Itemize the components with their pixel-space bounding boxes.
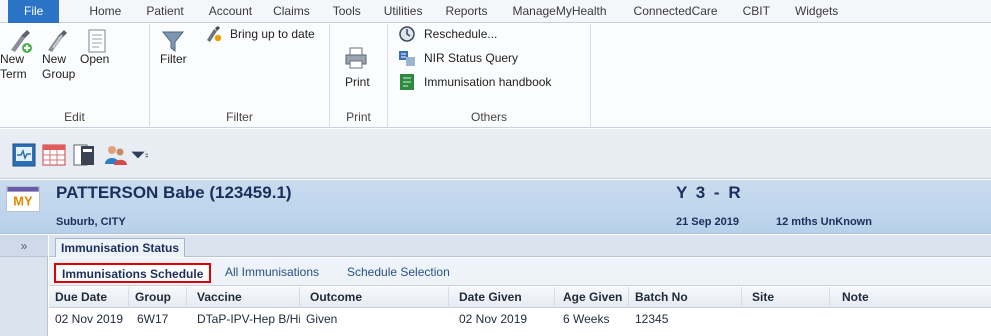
reschedule-button[interactable]: Reschedule... bbox=[398, 24, 497, 44]
tab-widgets[interactable]: Widgets bbox=[786, 0, 847, 23]
cell-outcome: Given bbox=[306, 312, 338, 326]
print-group-label: Print bbox=[346, 110, 371, 124]
col-note[interactable]: Note bbox=[830, 287, 991, 308]
ribbon-group-edit: New Term New Group Open Edit bbox=[0, 24, 150, 128]
col-age-given[interactable]: Age Given bbox=[555, 287, 629, 308]
others-group-label: Others bbox=[470, 110, 507, 124]
immunisation-handbook-label: Immunisation handbook bbox=[424, 75, 552, 89]
cell-age-given: 6 Weeks bbox=[563, 312, 610, 326]
open-document-icon bbox=[88, 29, 106, 53]
open-button[interactable]: Open bbox=[80, 29, 110, 67]
grid-icon[interactable] bbox=[42, 143, 66, 167]
filter-button[interactable]: Filter bbox=[160, 31, 187, 67]
patient-address: Suburb, CITY bbox=[56, 216, 126, 228]
people-icon[interactable] bbox=[104, 143, 128, 167]
tab-all-immunisations[interactable]: All Immunisations bbox=[219, 263, 325, 283]
tab-immunisation-status[interactable]: Immunisation Status bbox=[55, 238, 186, 257]
ribbon-group-print: Print Print bbox=[330, 24, 388, 128]
nir-status-query-label: NIR Status Query bbox=[424, 51, 519, 65]
cell-site bbox=[742, 309, 830, 330]
reschedule-label: Reschedule... bbox=[424, 27, 498, 41]
tab-account[interactable]: Account bbox=[200, 0, 264, 23]
ribbon-group-others: Reschedule... NIR Status Query Immunisat… bbox=[388, 24, 591, 128]
ribbon: New Term New Group Open Edit Filter Brin… bbox=[0, 24, 991, 128]
new-group-line1: New bbox=[42, 52, 67, 66]
immunisation-table: Due Date Group Vaccine Outcome Date Give… bbox=[49, 287, 991, 336]
new-term-line1: New bbox=[0, 52, 25, 66]
filter-label: Filter bbox=[160, 52, 187, 66]
ribbon-tab-bar: File Home Patient Account Claims Tools U… bbox=[0, 0, 991, 23]
col-vaccine[interactable]: Vaccine bbox=[187, 287, 300, 308]
tab-patient[interactable]: Patient bbox=[137, 0, 199, 23]
tab-file[interactable]: File bbox=[8, 0, 60, 23]
ribbon-group-filter: Filter Bring up to date Filter bbox=[150, 24, 330, 128]
edit-group-label: Edit bbox=[64, 110, 85, 124]
cell-note bbox=[830, 309, 991, 330]
col-group[interactable]: Group bbox=[129, 287, 187, 308]
col-batch-no[interactable]: Batch No bbox=[629, 287, 742, 308]
immunisation-handbook-button[interactable]: Immunisation handbook bbox=[398, 72, 551, 92]
bring-up-to-date-label: Bring up to date bbox=[230, 27, 315, 41]
filter-group-label: Filter bbox=[226, 110, 253, 124]
subtab-bar: Immunisations Schedule All Immunisations… bbox=[49, 258, 991, 286]
tab-tools[interactable]: Tools bbox=[324, 0, 375, 23]
cell-group: 6W17 bbox=[137, 312, 169, 326]
tab-claims[interactable]: Claims bbox=[264, 0, 324, 23]
status-tab-bar: Immunisation Status bbox=[49, 235, 991, 257]
table-header: Due Date Group Vaccine Outcome Date Give… bbox=[49, 287, 991, 308]
patient-header: MY PATTERSON Babe (123459.1) Suburb, CIT… bbox=[0, 180, 991, 234]
quick-toolbar bbox=[0, 129, 991, 179]
table-row[interactable]: 02 Nov 2019 6W17 DTaP-IPV-Hep B/Hi... Gi… bbox=[49, 309, 991, 330]
left-panel-strip: » bbox=[0, 235, 48, 336]
print-button[interactable]: Print bbox=[345, 47, 370, 90]
col-date-given[interactable]: Date Given bbox=[449, 287, 555, 308]
tab-cbit[interactable]: CBIT bbox=[734, 0, 786, 23]
new-group-icon bbox=[48, 30, 67, 52]
tab-managemyhealth[interactable]: ManageMyHealth bbox=[503, 0, 624, 23]
new-term-icon bbox=[11, 30, 32, 53]
monitor-icon[interactable] bbox=[12, 143, 36, 167]
patient-age: 12 mths UnKnown bbox=[776, 216, 872, 228]
expand-chevron-icon[interactable]: » bbox=[0, 235, 48, 257]
print-label: Print bbox=[345, 75, 370, 89]
filter-funnel-icon bbox=[161, 31, 185, 52]
patient-date: 21 Sep 2019 bbox=[676, 216, 739, 228]
cell-due-date: 02 Nov 2019 bbox=[55, 312, 124, 326]
handbook-icon bbox=[400, 74, 414, 90]
tab-immunisations-schedule[interactable]: Immunisations Schedule bbox=[54, 263, 212, 283]
dropdown-arrow-icon[interactable] bbox=[128, 143, 148, 167]
new-term-line2: Term bbox=[0, 67, 27, 81]
bring-up-to-date-icon bbox=[207, 26, 222, 42]
patient-name: PATTERSON Babe (123459.1) bbox=[56, 183, 292, 202]
managemyhealth-logo: MY bbox=[6, 186, 40, 212]
tab-schedule-selection[interactable]: Schedule Selection bbox=[341, 263, 456, 283]
tab-home[interactable]: Home bbox=[63, 0, 137, 23]
svg-text:MY: MY bbox=[13, 193, 33, 208]
col-outcome[interactable]: Outcome bbox=[300, 287, 449, 308]
new-group-line2: Group bbox=[42, 67, 76, 81]
printer-icon bbox=[345, 47, 367, 69]
tab-connectedcare[interactable]: ConnectedCare bbox=[625, 0, 734, 23]
cell-date-given: 02 Nov 2019 bbox=[459, 312, 528, 326]
bring-up-to-date-button[interactable]: Bring up to date bbox=[204, 24, 315, 44]
col-site[interactable]: Site bbox=[742, 287, 830, 308]
patient-code: Y 3 - R bbox=[676, 183, 743, 202]
open-label: Open bbox=[80, 52, 110, 66]
folder-icon[interactable] bbox=[72, 143, 96, 167]
cell-batch-no: 12345 bbox=[635, 312, 669, 326]
cell-vaccine: DTaP-IPV-Hep B/Hi... bbox=[197, 312, 300, 326]
tab-utilities[interactable]: Utilities bbox=[375, 0, 437, 23]
nir-status-query-button[interactable]: NIR Status Query bbox=[398, 48, 518, 68]
reschedule-icon bbox=[399, 26, 415, 42]
nir-query-icon bbox=[399, 51, 415, 66]
col-due-date[interactable]: Due Date bbox=[49, 287, 129, 308]
tab-reports[interactable]: Reports bbox=[436, 0, 503, 23]
